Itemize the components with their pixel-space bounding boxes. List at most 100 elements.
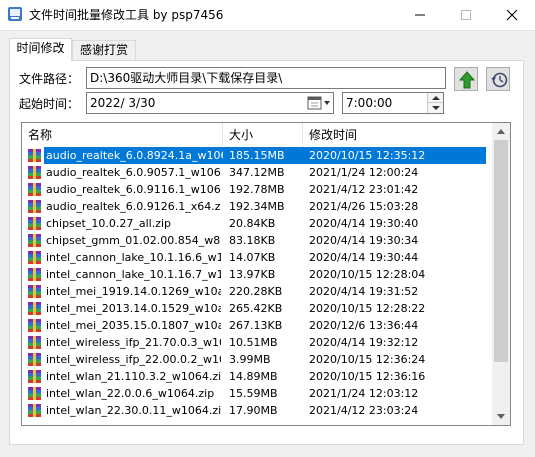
file-name: intel_cannon_lake_10.1.16.7_w10....: [46, 268, 221, 281]
spin-down-button[interactable]: [428, 103, 443, 113]
archive-file-icon: [28, 217, 41, 230]
window-title: 文件时间批量修改工具 by psp7456: [29, 8, 224, 22]
column-header-modified[interactable]: 修改时间: [303, 123, 492, 147]
calendar-icon: [307, 96, 330, 110]
spin-up-icon: [432, 96, 440, 100]
file-modified-time: 2020/4/14 19:30:40: [309, 217, 419, 230]
file-modified-time: 2020/10/15 12:36:24: [309, 353, 426, 366]
archive-file-icon: [28, 353, 41, 366]
spin-down-icon: [432, 106, 440, 110]
file-size: 347.12MB: [229, 166, 285, 179]
file-size: 265.42KB: [229, 302, 283, 315]
file-size: 3.99MB: [229, 353, 271, 366]
file-name: chipset_gmm_01.02.00.854_w816....: [46, 234, 221, 247]
file-name: intel_mei_2013.14.0.1529_w10all.zip: [46, 302, 221, 315]
table-row[interactable]: chipset_gmm_01.02.00.854_w816.... 83.18KB…: [22, 232, 492, 249]
close-icon: [506, 9, 518, 21]
table-row[interactable]: audio_realtek_6.0.9126.1_x64.zip 192.34MB…: [22, 198, 492, 215]
up-folder-button[interactable]: [454, 67, 478, 91]
file-name: chipset_10.0.27_all.zip: [46, 217, 172, 230]
file-modified-time: 2020/4/14 19:30:44: [309, 251, 419, 264]
file-name: audio_realtek_6.0.9126.1_x64.zip: [46, 200, 221, 213]
file-modified-time: 2021/4/12 23:01:42: [309, 183, 419, 196]
tab-time-modify[interactable]: 时间修改: [9, 38, 72, 61]
date-picker[interactable]: 2022/ 3/30: [86, 92, 334, 114]
calendar-dropdown[interactable]: [304, 93, 332, 113]
file-name: intel_wireless_ifp_22.00.0.2_w106....: [46, 353, 221, 366]
archive-file-icon: [28, 387, 41, 400]
vertical-scrollbar[interactable]: [492, 123, 510, 425]
table-row[interactable]: audio_realtek_6.0.9057.1_w1064.zip 347.12…: [22, 164, 492, 181]
file-name: audio_realtek_6.0.9116.1_w1064.zip: [46, 183, 221, 196]
list-rows: audio_realtek_6.0.8924.1a_w1064....185.1…: [22, 147, 492, 419]
scroll-thumb[interactable]: [494, 140, 508, 362]
start-time-label: 起始时间：: [19, 97, 80, 111]
table-row[interactable]: intel_wireless_ifp_22.00.0.2_w106.... 3.9…: [22, 351, 492, 368]
archive-file-icon: [28, 268, 41, 281]
arrow-up-icon: [458, 71, 476, 89]
archive-file-icon: [28, 336, 41, 349]
scroll-down-button[interactable]: [492, 408, 510, 425]
spin-up-button[interactable]: [428, 93, 443, 103]
file-modified-time: 2020/4/14 19:32:12: [309, 336, 419, 349]
table-row[interactable]: intel_wlan_22.30.0.11_w1064.zip 17.90MB 20…: [22, 402, 492, 419]
close-button[interactable]: [489, 0, 535, 30]
file-name: audio_realtek_6.0.8924.1a_w1064....: [44, 147, 223, 164]
file-name: intel_mei_2035.15.0.1807_w10all.zip: [46, 319, 221, 332]
file-list[interactable]: 名称 大小 修改时间 audio_realtek_6.0.8924.1a_w10…: [21, 122, 511, 426]
path-label: 文件路径：: [19, 72, 80, 86]
tab-donate[interactable]: 感谢打赏: [72, 40, 136, 61]
file-size: 83.18KB: [229, 234, 276, 247]
file-size: 267.13KB: [229, 319, 283, 332]
file-modified-time: 2020/10/15 12:36:16: [309, 370, 426, 383]
table-row[interactable]: intel_cannon_lake_10.1.16.7_w10.... 13.97…: [22, 266, 492, 283]
archive-file-icon: [28, 183, 41, 196]
history-button[interactable]: [486, 67, 510, 91]
file-name: intel_wlan_22.30.0.11_w1064.zip: [46, 404, 221, 417]
file-size: 17.90MB: [229, 404, 278, 417]
table-row[interactable]: audio_realtek_6.0.8924.1a_w1064....185.1…: [22, 147, 492, 164]
client-area: 时间修改 感谢打赏 文件路径： D:\360驱动大师目录\下载保存目录\ 起始时…: [0, 30, 535, 457]
table-row[interactable]: intel_mei_2035.15.0.1807_w10all.zip 267.1…: [22, 317, 492, 334]
scroll-up-button[interactable]: [492, 123, 510, 140]
file-modified-time: 2020/10/15 12:28:04: [309, 268, 426, 281]
title-bar: 文件时间批量修改工具 by psp7456: [0, 0, 535, 30]
file-modified-time: 2020/10/15 12:28:22: [309, 302, 426, 315]
archive-file-icon: [28, 404, 41, 417]
file-size: 10.51MB: [229, 336, 278, 349]
column-header-name[interactable]: 名称: [22, 123, 223, 147]
file-size: 20.84KB: [229, 217, 276, 230]
app-icon: [8, 7, 22, 21]
file-name: intel_cannon_lake_10.1.16.6_w10....: [46, 251, 221, 264]
path-input[interactable]: D:\360驱动大师目录\下载保存目录\: [86, 67, 446, 89]
archive-file-icon: [28, 319, 41, 332]
file-modified-time: 2020/10/15 12:35:12: [303, 147, 486, 164]
table-row[interactable]: intel_wlan_22.0.0.6_w1064.zip 15.59MB 2021…: [22, 385, 492, 402]
scroll-up-icon: [497, 129, 505, 134]
table-row[interactable]: intel_wlan_21.110.3.2_w1064.zip 14.89MB 20…: [22, 368, 492, 385]
archive-file-icon: [28, 302, 41, 315]
table-row[interactable]: intel_mei_1919.14.0.1269_w10all.zip 220.2…: [22, 283, 492, 300]
history-icon: [491, 72, 508, 88]
file-size: 192.34MB: [229, 200, 285, 213]
archive-file-icon: [28, 251, 41, 264]
file-size: 14.89MB: [229, 370, 278, 383]
list-header: 名称 大小 修改时间: [22, 123, 492, 147]
table-row[interactable]: audio_realtek_6.0.9116.1_w1064.zip 192.78…: [22, 181, 492, 198]
file-modified-time: 2020/4/14 19:31:52: [309, 285, 419, 298]
maximize-button[interactable]: [443, 0, 489, 30]
column-header-size[interactable]: 大小: [223, 123, 303, 147]
file-size: 220.28KB: [229, 285, 283, 298]
archive-file-icon: [28, 166, 41, 179]
file-modified-time: 2021/4/26 15:03:28: [309, 200, 419, 213]
file-modified-time: 2020/4/14 19:30:34: [309, 234, 419, 247]
file-name: audio_realtek_6.0.9057.1_w1064.zip: [46, 166, 221, 179]
file-modified-time: 2021/1/24 12:00:24: [309, 166, 419, 179]
table-row[interactable]: intel_cannon_lake_10.1.16.6_w10.... 14.07…: [22, 249, 492, 266]
table-row[interactable]: intel_wireless_ifp_21.70.0.3_w106.... 10.…: [22, 334, 492, 351]
minimize-button[interactable]: [397, 0, 443, 30]
table-row[interactable]: chipset_10.0.27_all.zip 20.84KB 2020/4/14 …: [22, 215, 492, 232]
file-modified-time: 2021/1/24 12:03:12: [309, 387, 419, 400]
minimize-icon: [415, 14, 425, 16]
table-row[interactable]: intel_mei_2013.14.0.1529_w10all.zip 265.4…: [22, 300, 492, 317]
